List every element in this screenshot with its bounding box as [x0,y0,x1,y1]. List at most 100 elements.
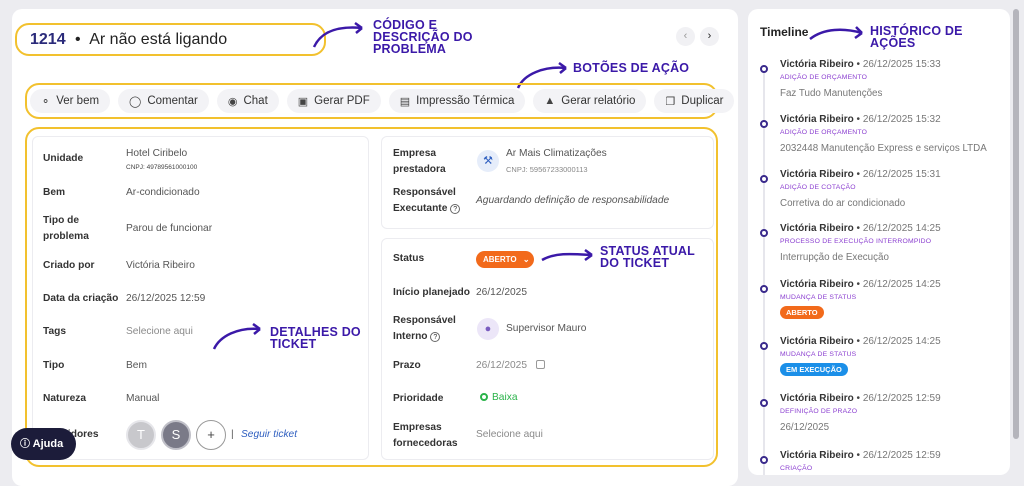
prev-ticket-button[interactable]: ‹ [676,27,695,46]
label-line: Tipo de [43,215,80,226]
bem-label: Bem [43,187,66,198]
timeline-bullet: • [856,450,861,461]
timeline-bullet: • [856,336,861,347]
timeline-line [763,71,765,475]
timeline-user-line: Victória Ribeiro • 26/12/2025 12:59 [780,393,941,404]
timeline-user: Victória Ribeiro [780,450,854,461]
status-badge: ABERTO [780,306,824,319]
resp-interno-label: Responsável Interno ? [393,314,456,344]
empresa-value: Ar Mais Climatizações [506,148,607,159]
follow-ticket-link[interactable]: Seguir ticket [241,428,297,442]
timeline-user: Victória Ribeiro [780,114,854,125]
timeline-dot-icon [760,399,768,407]
timeline-bullet: • [856,59,861,70]
timeline-user: Victória Ribeiro [780,336,854,347]
timeline-description: Corretiva do ar condicionado [780,198,906,209]
chat-button[interactable]: ◉ Chat [216,89,279,113]
duplicate-button[interactable]: ❐ Duplicar [654,89,735,113]
tags-label: Tags [43,326,67,337]
chevron-down-icon: ⌄ [522,255,530,264]
timeline-date: 26/12/2025 12:59 [862,393,941,404]
status-annotation-line: DO TICKET [600,256,670,270]
add-follower-button[interactable]: + [196,420,226,450]
inicio-label: Início planejado [393,287,470,298]
timeline-status-badge-wrap: ABERTO [780,306,824,319]
help-label: Ajuda [32,438,64,450]
prioridade-value[interactable]: Baixa [492,391,517,405]
help-button[interactable]: ⓘ Ajuda [11,428,76,460]
generate-pdf-button[interactable]: ▣ Gerar PDF [286,89,381,113]
comment-icon: ◯ [129,95,142,108]
info-icon[interactable]: ? [450,204,461,214]
timeline-user-line: Victória Ribeiro • 26/12/2025 15:33 [780,59,941,70]
timeline-panel: Timeline Victória Ribeiro • 26/12/2025 1… [748,9,1010,475]
timeline-user: Victória Ribeiro [780,59,854,70]
timeline-dot-icon [760,120,768,128]
chevron-left-icon: ‹ [683,30,688,42]
details-annotation: DETALHES DO TICKET [270,326,361,351]
timeline-date: 26/12/2025 15:31 [862,169,941,180]
follower-avatar[interactable]: T [126,420,156,450]
calendar-icon[interactable] [536,360,545,369]
thermal-print-button[interactable]: ▤ Impressão Térmica [388,89,526,113]
tags-select[interactable]: Selecione aqui [126,325,193,339]
printer-icon: ▤ [399,95,411,108]
ticket-code: 1214 [30,31,66,48]
timeline-description: 26/12/2025 [780,422,830,433]
empresas-select[interactable]: Selecione aqui [476,428,543,442]
timeline-action: ADIÇÃO DE ORÇAMENTO [780,74,868,81]
inicio-value: 26/12/2025 [476,287,527,298]
timeline-dot-icon [760,229,768,237]
actions-annotation: BOTÕES DE AÇÃO [573,61,690,75]
timeline-dot-icon [760,285,768,293]
details-annotation-line: TICKET [270,337,317,351]
timeline-date: 26/12/2025 15:32 [862,114,941,125]
status-value: ABERTO [483,255,517,264]
empresa-cnpj: CNPJ: 59567233000113 [506,165,588,174]
button-label: Comentar [147,95,198,107]
action-toolbar: ⚬ Ver bem ◯ Comentar ◉ Chat ▣ Gerar PDF ▤ Imp… [30,89,735,113]
prazo-label: Prazo [393,360,421,371]
timeline-user-line: Victória Ribeiro • 26/12/2025 12:59 [780,450,941,461]
unidade-cnpj: CNPJ: 49789561000100 [126,164,198,171]
timeline-description: 2032448 Manutenção Express e serviços LT… [780,143,987,154]
info-icon[interactable]: ? [430,332,441,342]
button-label: Gerar relatório [561,95,636,107]
next-ticket-button[interactable]: › [700,27,719,46]
timeline-dot-icon [760,456,768,464]
priority-circle-icon [480,393,488,401]
comment-button[interactable]: ◯ Comentar [118,89,209,113]
timeline-date: 26/12/2025 12:59 [862,450,941,461]
history-annotation-line: AÇÕES [870,36,916,50]
prazo-value[interactable]: 26/12/2025 [476,359,527,373]
label-line: Responsável [393,187,456,198]
wrench-icon: ⚒ [477,150,499,172]
label-line: problema [43,231,89,242]
responsavel-value: Aguardando definição de responsabilidade [476,195,670,206]
timeline-bullet: • [856,223,861,234]
bem-value: Ar-condicionado [126,187,200,198]
timeline-bullet: • [856,393,861,404]
timeline-dot-icon [760,65,768,73]
view-asset-button[interactable]: ⚬ Ver bem [30,89,111,113]
timeline-user-line: Victória Ribeiro • 26/12/2025 15:31 [780,169,941,180]
label-line: prestadora [393,164,446,175]
empresa-label: Empresa prestadora [393,147,446,177]
label-line: fornecedoras [393,438,458,449]
criado-por-value: Victória Ribeiro [126,260,195,271]
natureza-label: Natureza [43,393,87,404]
timeline-action: ADIÇÃO DE COTAÇÃO [780,184,856,191]
timeline-user: Victória Ribeiro [780,279,854,290]
timeline-bullet: • [856,169,861,180]
status-annotation-arrow [541,248,593,262]
generate-report-button[interactable]: ▲ Gerar relatório [533,89,647,113]
follower-avatar[interactable]: S [161,420,191,450]
timeline-user-line: Victória Ribeiro • 26/12/2025 14:25 [780,336,941,347]
status-dropdown[interactable]: ABERTO ⌄ [476,251,534,268]
pdf-icon: ▣ [297,95,309,108]
criado-por-label: Criado por [43,260,95,271]
timeline-action: MUDANÇA DE STATUS [780,294,857,301]
button-label: Ver bem [56,95,100,107]
timeline-scrollbar[interactable] [1013,9,1019,439]
status-annotation: STATUS ATUAL DO TICKET [600,245,695,270]
